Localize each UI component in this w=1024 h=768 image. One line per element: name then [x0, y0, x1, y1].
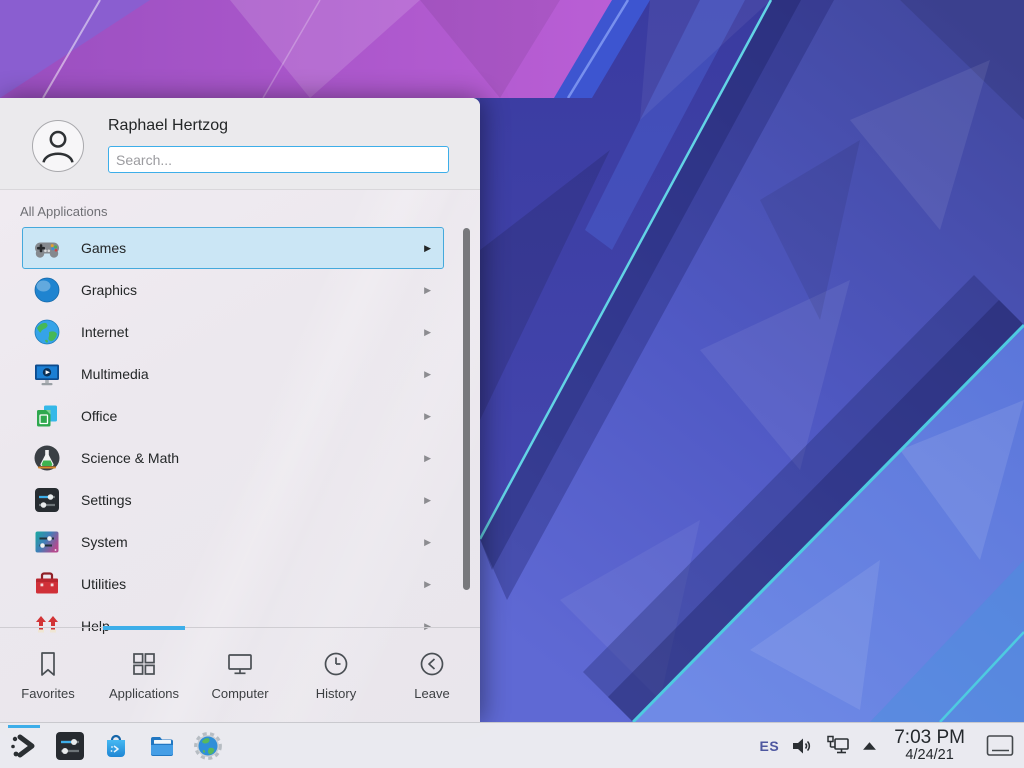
menu-item-label: Office	[81, 408, 424, 424]
menu-item-settings[interactable]: Settings ▶	[22, 479, 444, 521]
submenu-arrow-icon: ▶	[424, 327, 431, 338]
office-icon	[33, 402, 61, 430]
taskbar: ES 7:03 PM 4/24/21	[0, 722, 1024, 768]
expand-tray-icon[interactable]	[862, 740, 877, 751]
menu-item-label: System	[81, 534, 424, 550]
menu-item-utilities[interactable]: Utilities ▶	[22, 563, 444, 605]
tab-applications[interactable]: Applications	[96, 628, 192, 722]
menu-item-label: Games	[81, 240, 424, 256]
leave-icon	[417, 649, 447, 679]
launcher-tabbar: Favorites Applications Computer History …	[0, 627, 480, 722]
menu-item-internet[interactable]: Internet ▶	[22, 311, 444, 353]
scrollbar-thumb[interactable]	[463, 228, 470, 590]
history-icon	[321, 649, 351, 679]
menu-item-games[interactable]: Games ▶	[22, 227, 444, 269]
submenu-arrow-icon: ▶	[424, 537, 431, 548]
clock-date: 4/24/21	[894, 748, 965, 763]
clock-time: 7:03 PM	[894, 728, 965, 747]
applications-icon	[129, 649, 159, 679]
taskbar-icon-web-browser[interactable]	[192, 730, 224, 762]
user-name: Raphael Hertzog	[108, 117, 228, 135]
taskbar-icon-app-launcher[interactable]	[8, 730, 40, 762]
volume-icon[interactable]	[790, 734, 814, 758]
utilities-icon	[33, 570, 61, 598]
submenu-arrow-icon: ▶	[424, 411, 431, 422]
submenu-arrow-icon: ▶	[424, 495, 431, 506]
submenu-arrow-icon: ▶	[424, 243, 431, 254]
tab-leave[interactable]: Leave	[384, 628, 480, 722]
tab-label: Computer	[211, 686, 268, 701]
tab-label: Applications	[109, 686, 179, 701]
digital-clock[interactable]: 7:03 PM 4/24/21	[894, 728, 965, 762]
taskbar-pinned-apps	[0, 730, 224, 762]
submenu-arrow-icon: ▶	[424, 453, 431, 464]
menu-item-label: Utilities	[81, 576, 424, 592]
menu-item-office[interactable]: Office ▶	[22, 395, 444, 437]
tab-history[interactable]: History	[288, 628, 384, 722]
system-tray: ES 7:03 PM 4/24/21	[760, 728, 1024, 762]
category-list: Games ▶ Graphics ▶ Internet ▶ Multimedia…	[0, 227, 480, 634]
games-icon	[33, 234, 61, 262]
submenu-arrow-icon: ▶	[424, 285, 431, 296]
tab-label: History	[316, 686, 356, 701]
search-input[interactable]	[108, 146, 449, 173]
menu-item-label: Settings	[81, 492, 424, 508]
taskbar-icon-file-manager[interactable]	[146, 730, 178, 762]
menu-item-label: Multimedia	[81, 366, 424, 382]
settings-icon	[33, 486, 61, 514]
user-avatar[interactable]	[32, 120, 84, 172]
launcher-header: Raphael Hertzog	[0, 98, 480, 190]
tab-label: Leave	[414, 686, 449, 701]
tab-favorites[interactable]: Favorites	[0, 628, 96, 722]
menu-item-multimedia[interactable]: Multimedia ▶	[22, 353, 444, 395]
menu-item-science-math[interactable]: Science & Math ▶	[22, 437, 444, 479]
computer-icon	[225, 649, 255, 679]
menu-item-label: Science & Math	[81, 450, 424, 466]
submenu-arrow-icon: ▶	[424, 579, 431, 590]
desktop: Raphael Hertzog All Applications Games ▶…	[0, 0, 1024, 768]
menu-item-graphics[interactable]: Graphics ▶	[22, 269, 444, 311]
tab-label: Favorites	[21, 686, 74, 701]
keyboard-layout-indicator[interactable]: ES	[760, 738, 780, 754]
taskbar-icon-discover[interactable]	[100, 730, 132, 762]
internet-icon	[33, 318, 61, 346]
multimedia-icon	[33, 360, 61, 388]
network-icon[interactable]	[825, 734, 851, 758]
tab-computer[interactable]: Computer	[192, 628, 288, 722]
menu-item-label: Graphics	[81, 282, 424, 298]
favorites-icon	[33, 649, 63, 679]
menu-item-label: Internet	[81, 324, 424, 340]
graphics-icon	[33, 276, 61, 304]
science-icon	[33, 444, 61, 472]
menu-item-system[interactable]: System ▶	[22, 521, 444, 563]
application-launcher-panel: Raphael Hertzog All Applications Games ▶…	[0, 98, 480, 722]
taskbar-icon-system-settings[interactable]	[54, 730, 86, 762]
section-label: All Applications	[0, 190, 480, 219]
show-desktop-button[interactable]	[986, 734, 1014, 758]
submenu-arrow-icon: ▶	[424, 369, 431, 380]
system-icon	[33, 528, 61, 556]
